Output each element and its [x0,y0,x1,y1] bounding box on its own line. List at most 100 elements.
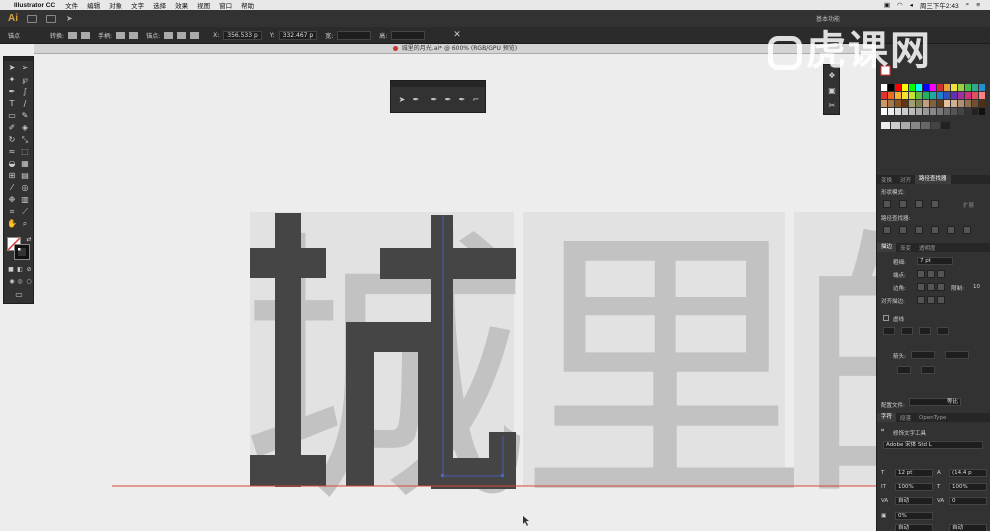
free-transform-tool-icon[interactable]: ⬚ [20,147,30,157]
stroke-swatch[interactable] [14,244,30,260]
minus-front-button[interactable] [899,200,907,208]
y-field[interactable]: 332.467 p [278,30,318,40]
vertical-scale-field[interactable]: 100% [895,483,933,491]
swatch[interactable] [958,108,964,115]
swatch[interactable] [972,108,978,115]
line-tool-icon[interactable]: ∕ [20,99,30,109]
swatch[interactable] [972,100,978,107]
brushes-icon[interactable]: ✂ [827,101,837,111]
tab-align[interactable]: 对齐 [896,176,915,184]
bevel-join-button[interactable] [937,283,945,291]
none-mode-icon[interactable]: ⊘ [24,265,34,275]
swatch[interactable] [888,108,894,115]
anchor-point[interactable] [441,474,444,477]
wifi-icon[interactable]: ◠ [897,1,903,9]
swatch[interactable] [979,92,985,99]
sound-icon[interactable]: ◂ [910,1,913,9]
swatch[interactable] [930,108,936,115]
blend-tool-icon[interactable]: ◎ [20,183,30,193]
swatch[interactable] [944,108,950,115]
screen-mode-icon[interactable]: ▭ [14,290,24,300]
swatch[interactable] [895,100,901,107]
swatch[interactable] [958,92,964,99]
pen-tool-icon[interactable]: ✒ [7,87,17,97]
tab-transform[interactable]: 变换 [877,176,896,184]
canvas[interactable]: 城 里 的 [34,55,876,531]
zoom-tool-icon[interactable]: ⌕ [20,219,30,229]
mesh-tool-icon[interactable]: ⊞ [7,171,17,181]
tab-character[interactable]: 字符 [877,413,897,422]
clock-text[interactable]: 周三下午2:43 [920,0,959,10]
menu-object[interactable]: 对象 [109,0,122,10]
leading-field[interactable]: (14.4 p [949,469,987,477]
swatch[interactable] [916,92,922,99]
toolbar-grip[interactable] [4,57,33,61]
swatch[interactable] [881,84,887,91]
h-field[interactable] [391,30,426,40]
swatch[interactable] [888,100,894,107]
menu-help[interactable]: 帮助 [241,0,254,10]
stroke-main-vertical[interactable] [431,215,453,489]
swatch[interactable] [965,108,971,115]
aki-right-field[interactable]: 自动 [949,524,987,531]
expand-button[interactable]: 扩展 [963,201,974,209]
swatch[interactable] [888,92,894,99]
arrow-start-select[interactable] [911,351,935,359]
tab-transparency[interactable]: 透明度 [915,244,940,252]
shaper-tool-icon[interactable]: ✐ [7,123,17,133]
swatch[interactable] [965,100,971,107]
swatch[interactable] [902,100,908,107]
swatch[interactable] [979,84,985,91]
gray-swatch[interactable] [881,122,890,129]
gray-swatch[interactable] [931,122,940,129]
weight-field[interactable]: 7 pt [917,257,953,265]
stroke-left-column[interactable] [346,322,374,486]
swatch[interactable] [909,84,915,91]
swatch[interactable] [944,92,950,99]
touch-type-icon[interactable]: ⌗ [881,428,884,435]
swatch[interactable] [965,92,971,99]
swatch[interactable] [916,108,922,115]
minus-back-button[interactable] [963,226,971,234]
swatch[interactable] [951,84,957,91]
align-center-button[interactable] [917,296,925,304]
library-icon[interactable] [27,14,37,23]
selection-tool-icon[interactable]: ➤ [7,63,17,73]
limit-value[interactable]: 10 [973,284,980,290]
swatch[interactable] [881,108,887,115]
camera-icon[interactable]: ▣ [884,1,890,9]
swatch[interactable] [909,108,915,115]
cut-path-icon[interactable] [177,31,187,39]
swatch[interactable] [909,92,915,99]
tab-gradient[interactable]: 渐变 [896,244,915,252]
outline-button[interactable] [947,226,955,234]
delete-anchor-tool-icon[interactable]: ✒ [443,95,453,105]
isolate-icon[interactable]: ✕ [453,30,461,40]
eraser-tool-icon[interactable]: ◈ [20,123,30,133]
swatch[interactable] [888,84,894,91]
align-outside-button[interactable] [937,296,945,304]
scale-tool-icon[interactable]: ⤡ [20,135,30,145]
swatch[interactable] [944,84,950,91]
swatch[interactable] [902,92,908,99]
tab-stroke[interactable]: 描边 [877,243,897,252]
artboard-tool-icon[interactable]: ⌗ [7,207,17,217]
menu-effect[interactable]: 效果 [175,0,188,10]
layers-icon[interactable]: ▣ [827,86,837,96]
swatch[interactable] [930,92,936,99]
miter-join-button[interactable] [917,283,925,291]
anchor-point[interactable] [501,474,504,477]
direct-selection-tool-icon[interactable]: ➢ [20,63,30,73]
swatch[interactable] [951,100,957,107]
profile-select[interactable]: 等比 [909,398,961,406]
menu-select[interactable]: 选择 [153,0,166,10]
swatch[interactable] [881,100,887,107]
swatch[interactable] [937,108,943,115]
merge-button[interactable] [915,226,923,234]
menu-list-icon[interactable]: ≡ [976,2,980,9]
swatch[interactable] [951,108,957,115]
swatch[interactable] [958,84,964,91]
align-icon[interactable] [190,31,200,39]
font-size-field[interactable]: 12 pt [895,469,933,477]
menu-type[interactable]: 文字 [131,0,144,10]
